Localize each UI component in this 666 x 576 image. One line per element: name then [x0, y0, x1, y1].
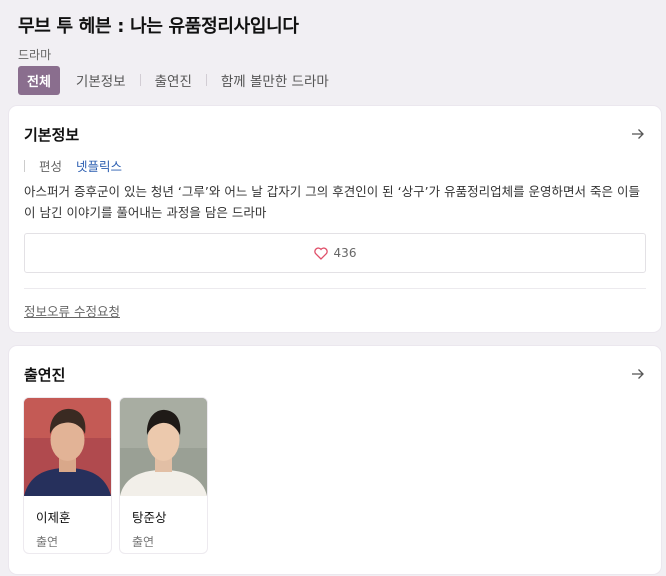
broadcast-info: 편성 넷플릭스	[24, 156, 122, 175]
arrow-right-icon[interactable]	[630, 366, 646, 382]
basic-info-title: 기본정보	[24, 125, 80, 144]
tab-all[interactable]: 전체	[18, 65, 60, 95]
page-header: 무브 투 헤븐 : 나는 유품정리사입니다 드라마	[18, 12, 656, 63]
genre-label: 드라마	[18, 48, 52, 62]
section-divider	[24, 288, 646, 289]
report-error-link[interactable]: 정보오류 수정요청	[24, 301, 120, 320]
cast-header[interactable]: 출연진	[24, 364, 646, 384]
meta-divider	[24, 159, 25, 172]
like-button[interactable]: 436	[24, 233, 646, 273]
cast-list: 이제훈 출연 탕준상 출연	[24, 398, 207, 553]
tab-divider	[205, 74, 207, 86]
cast-photo	[24, 398, 111, 496]
basic-info-header[interactable]: 기본정보	[24, 124, 646, 144]
cast-member-card[interactable]: 탕준상 출연	[120, 398, 207, 553]
cast-title: 출연진	[24, 365, 66, 384]
heart-icon	[313, 246, 328, 260]
broadcast-value-link[interactable]: 넷플릭스	[76, 156, 122, 175]
synopsis: 아스퍼거 증후군이 있는 청년 ‘그루’와 어느 날 갑자기 그의 후견인이 된…	[24, 184, 640, 220]
cast-card-section: 출연진 이제훈 출연 탕준상 출연	[9, 346, 661, 574]
cast-name: 탕준상	[132, 510, 167, 525]
tab-bar: 전체 기본정보 출연진 함께 볼만한 드라마	[18, 65, 331, 95]
page-title: 무브 투 헤븐 : 나는 유품정리사입니다	[18, 16, 299, 37]
like-count: 436	[333, 246, 357, 260]
basic-info-card: 기본정보 편성 넷플릭스 아스퍼거 증후군이 있는 청년 ‘그루’와 어느 날 …	[9, 106, 661, 332]
cast-role: 출연	[36, 535, 59, 549]
cast-name: 이제훈	[36, 510, 71, 525]
cast-member-card[interactable]: 이제훈 출연	[24, 398, 111, 553]
cast-photo	[120, 398, 207, 496]
tab-cast[interactable]: 출연진	[153, 70, 194, 90]
tab-divider	[139, 74, 141, 86]
cast-role: 출연	[132, 535, 155, 549]
tab-recommended[interactable]: 함께 볼만한 드라마	[219, 70, 331, 90]
tab-basic-info[interactable]: 기본정보	[74, 70, 128, 90]
broadcast-key: 편성	[39, 159, 63, 174]
arrow-right-icon[interactable]	[630, 126, 646, 142]
